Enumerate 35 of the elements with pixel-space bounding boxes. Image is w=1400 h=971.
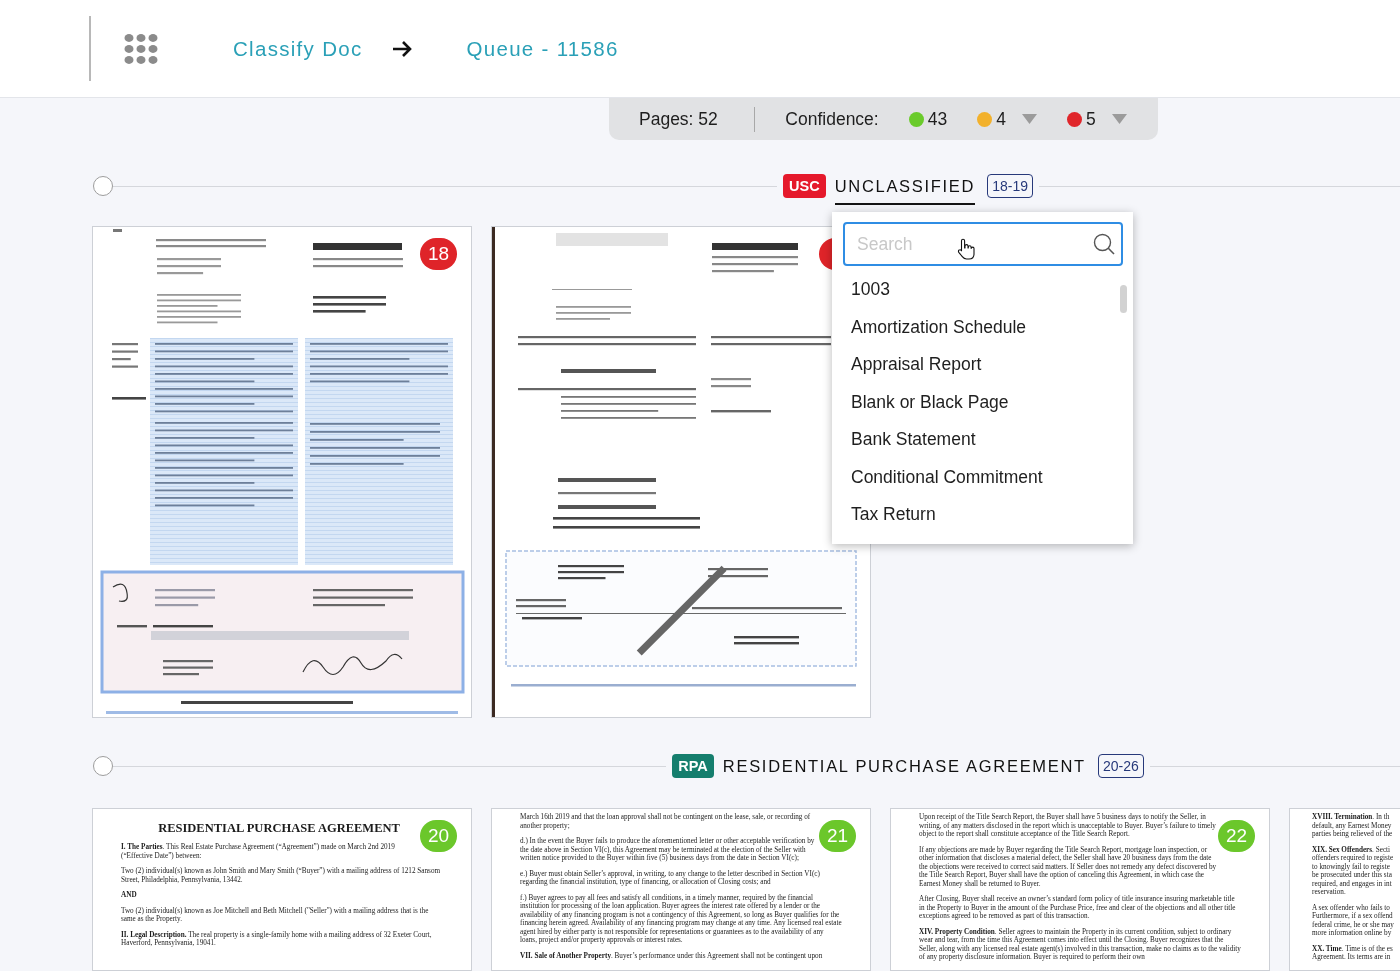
section-radio[interactable] [93, 756, 113, 776]
type-code-badge: USC [783, 174, 826, 198]
document-page[interactable] [1289, 808, 1400, 971]
pages-count: Pages: 52 [639, 108, 718, 130]
scrollbar-thumb[interactable] [1120, 285, 1127, 313]
page-range-badge: 18-19 [987, 174, 1033, 198]
page-range-badge: 20-26 [1097, 754, 1144, 778]
page-number-badge: 21 [819, 820, 856, 852]
document-page[interactable] [491, 808, 871, 971]
page-number-badge: 18 [420, 238, 457, 270]
dropdown-option[interactable]: Bank Statement [843, 421, 1123, 459]
confidence-count: 4 [996, 108, 1006, 130]
dropdown-option[interactable]: Blank or Black Page [843, 383, 1123, 421]
document-page[interactable] [890, 808, 1270, 971]
document-page[interactable] [92, 808, 472, 971]
confidence-count: 5 [1085, 108, 1096, 130]
grid-menu-icon[interactable] [124, 32, 158, 65]
hand-cursor-icon [957, 238, 975, 260]
dropdown-option[interactable]: Appraisal Report [843, 346, 1123, 384]
scanned-page[interactable]: 18 [92, 226, 472, 718]
page-heading: RESIDENTIAL PURCHASE AGREEMENT [157, 821, 401, 835]
section-title[interactable]: UNCLASSIFIED [834, 167, 976, 205]
confidence-label: Confidence: [785, 108, 879, 130]
confidence-count: 43 [927, 108, 948, 130]
dropdown-option[interactable]: Conditional Commitment [843, 458, 1123, 496]
dropdown-option[interactable]: Tax Return [843, 496, 1123, 534]
page-number-badge: 20 [420, 820, 457, 852]
dropdown-option[interactable]: 1003 [843, 271, 1123, 309]
page-number-badge: 22 [1218, 820, 1255, 852]
section-radio[interactable] [93, 176, 113, 196]
arrow-right-icon [391, 39, 412, 58]
section-title[interactable]: RESIDENTIAL PURCHASE AGREEMENT [722, 747, 1086, 785]
search-icon[interactable] [1093, 233, 1115, 255]
dropdown-option[interactable]: Amortization Schedule [843, 308, 1123, 346]
type-code-badge: RPA [672, 754, 714, 778]
